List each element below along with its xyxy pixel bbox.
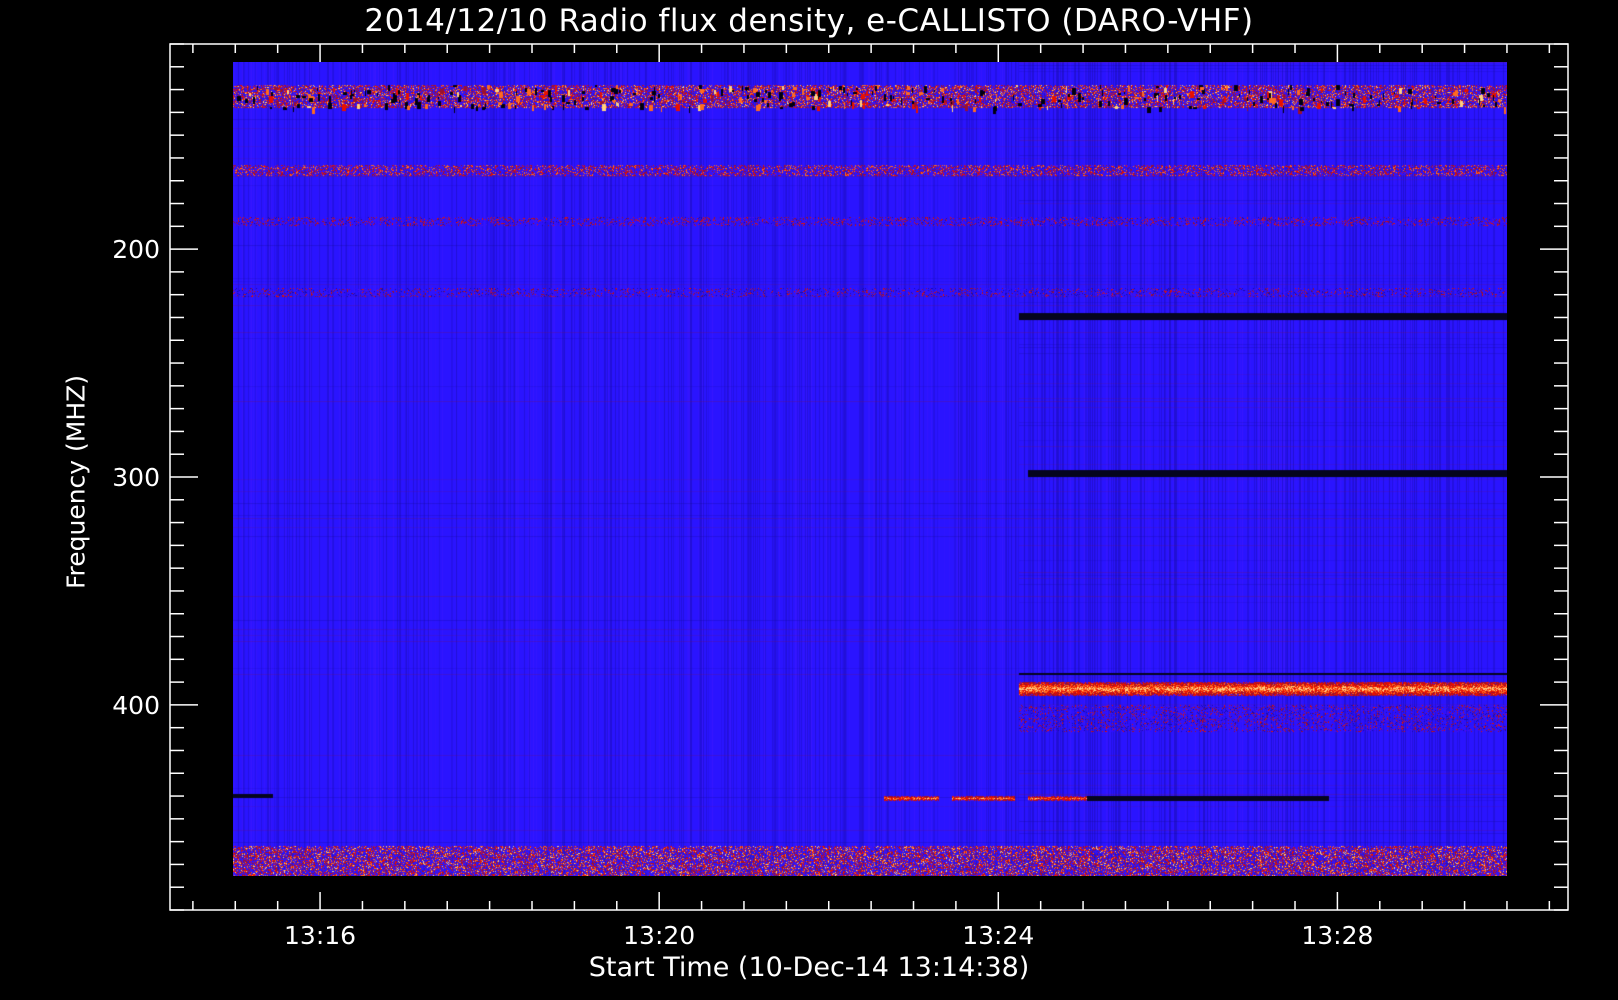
x-tick-label: 13:28 — [1301, 921, 1373, 950]
x-tick-label: 13:20 — [623, 921, 695, 950]
y-tick-label: 400 — [112, 691, 160, 720]
y-tick-label: 200 — [112, 235, 160, 264]
spectrogram-chart: 13:16 13:20 13:24 13:28 200 300 400 — [112, 43, 1569, 950]
y-tick-label: 300 — [112, 463, 160, 492]
x-tick-label: 13:16 — [284, 921, 356, 950]
heatmap-raster — [233, 62, 1507, 876]
x-tick-label: 13:24 — [962, 921, 1034, 950]
